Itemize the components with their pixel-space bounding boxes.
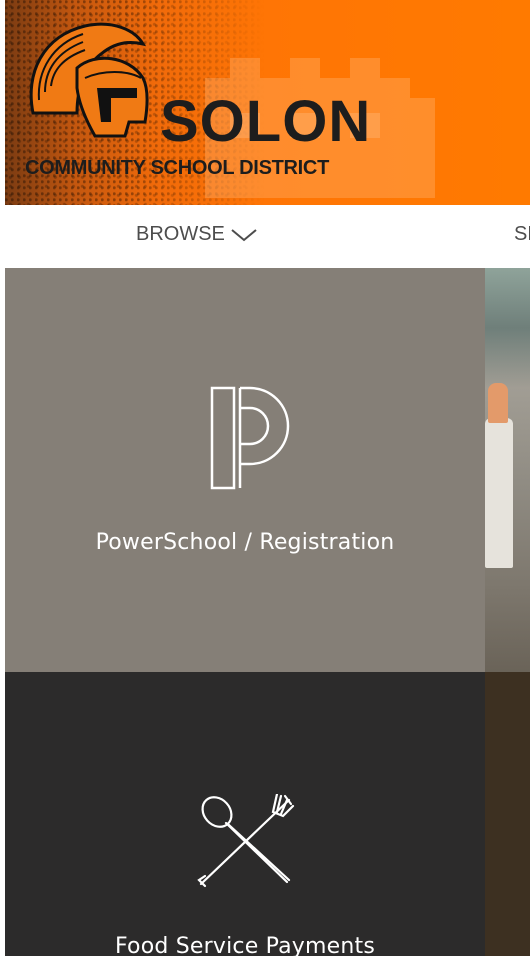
nav-bar: BROWSE SE [0,205,530,268]
tile-label: Food Service Payments [114,934,376,956]
chevron-down-icon [231,228,257,241]
tile-powerschool-registration[interactable]: PowerSchool / Registration [5,268,485,672]
browse-menu-toggle[interactable]: BROWSE [136,223,257,246]
bottle-image [485,418,513,568]
browse-label: BROWSE [136,223,225,245]
tile-food-service-payments[interactable]: Food Service Payments [5,672,485,956]
next-tile-photo-partial[interactable] [485,268,530,672]
spoon-fork-icon [197,794,295,888]
next-tile-dark-partial[interactable] [485,672,530,956]
tile-label: PowerSchool / Registration [95,530,395,555]
logo-subtitle: COMMUNITY SCHOOL DISTRICT [25,157,329,179]
powerschool-p-icon [210,386,290,490]
header-banner[interactable]: SOLON COMMUNITY SCHOOL DISTRICT [5,0,530,205]
page: SOLON COMMUNITY SCHOOL DISTRICT BROWSE S… [0,0,530,956]
bottle-cap-image [488,383,508,423]
nav-item-partial[interactable]: SE [514,223,530,246]
spartan-helmet-logo [29,22,149,138]
logo-title: SOLON [160,89,372,154]
